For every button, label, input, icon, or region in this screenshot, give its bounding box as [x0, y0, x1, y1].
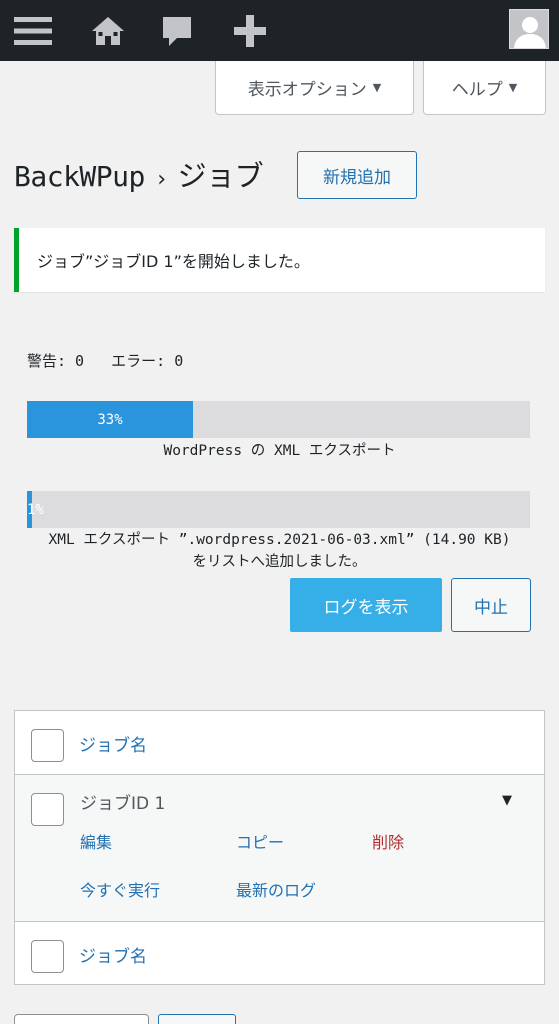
substep-label-line1: XML エクスポート ”.wordpress.2021-06-03.xml” (… [48, 532, 511, 548]
select-all-checkbox-footer[interactable] [31, 940, 64, 973]
show-log-button[interactable]: ログを表示 [290, 578, 442, 632]
row-checkbox[interactable] [31, 793, 64, 826]
triangle-down-icon: ▼ [508, 81, 518, 94]
abort-button[interactable]: 中止 [451, 578, 531, 632]
avatar[interactable] [509, 9, 549, 49]
comment-icon[interactable] [157, 0, 197, 61]
column-footer-job-name[interactable]: ジョブ名 [79, 942, 147, 967]
step-progress-percent: 33% [97, 411, 123, 428]
table-header-row: ジョブ名 [15, 711, 544, 774]
step-progress-bar: 33% [27, 401, 530, 438]
page-title: BackWPup › ジョブ [14, 153, 264, 195]
table-row: ジョブID 1 ▼ 編集 コピー 削除 今すぐ実行 最新のログ [15, 774, 544, 922]
notice-text: ジョブ”ジョブID 1”を開始しました。 [37, 252, 310, 271]
last-log-link[interactable]: 最新のログ [236, 877, 316, 901]
triangle-down-icon: ▼ [372, 81, 382, 94]
step-progress-label: WordPress の XML エクスポート [163, 443, 396, 459]
substep-progress-percent: 1% [27, 501, 44, 518]
breadcrumb-separator: › [154, 167, 168, 192]
menu-icon[interactable] [8, 0, 58, 61]
admin-bar [0, 0, 559, 61]
section-title: ジョブ [177, 159, 264, 193]
substep-label-line2: をリストへ追加しました。 [192, 554, 367, 570]
run-now-link[interactable]: 今すぐ実行 [80, 877, 160, 901]
table-footer-row: ジョブ名 [15, 922, 544, 984]
screen-options-button[interactable]: 表示オプション ▼ [215, 61, 414, 115]
help-button[interactable]: ヘルプ ▼ [423, 61, 546, 115]
substep-progress-bar: 1% [27, 491, 530, 528]
job-name: ジョブID 1 [80, 794, 166, 814]
add-new-button[interactable]: 新規追加 [297, 151, 417, 199]
column-header-job-name[interactable]: ジョブ名 [79, 731, 147, 756]
edit-link[interactable]: 編集 [80, 829, 112, 853]
jobs-table: ジョブ名 ジョブID 1 ▼ 編集 コピー 削除 今すぐ実行 最新のログ ジョブ… [14, 710, 545, 985]
copy-link[interactable]: コピー [236, 829, 284, 853]
help-label: ヘルプ [451, 80, 503, 100]
brand-name: BackWPup [14, 160, 145, 193]
substep-progress-label: XML エクスポート ”.wordpress.2021-06-03.xml” (… [14, 529, 545, 573]
plus-icon[interactable] [228, 0, 272, 61]
home-icon[interactable] [87, 0, 129, 61]
delete-link[interactable]: 削除 [372, 829, 404, 853]
screen-options-label: 表示オプション [247, 80, 367, 100]
success-notice: ジョブ”ジョブID 1”を開始しました。 [14, 228, 545, 292]
warnings-errors-count: 警告: 0 エラー: 0 [27, 352, 184, 370]
select-all-checkbox[interactable] [31, 729, 64, 762]
bulk-action-select[interactable] [14, 1014, 149, 1024]
bulk-apply-button[interactable] [158, 1014, 236, 1024]
toggle-row-icon[interactable]: ▼ [502, 793, 512, 808]
